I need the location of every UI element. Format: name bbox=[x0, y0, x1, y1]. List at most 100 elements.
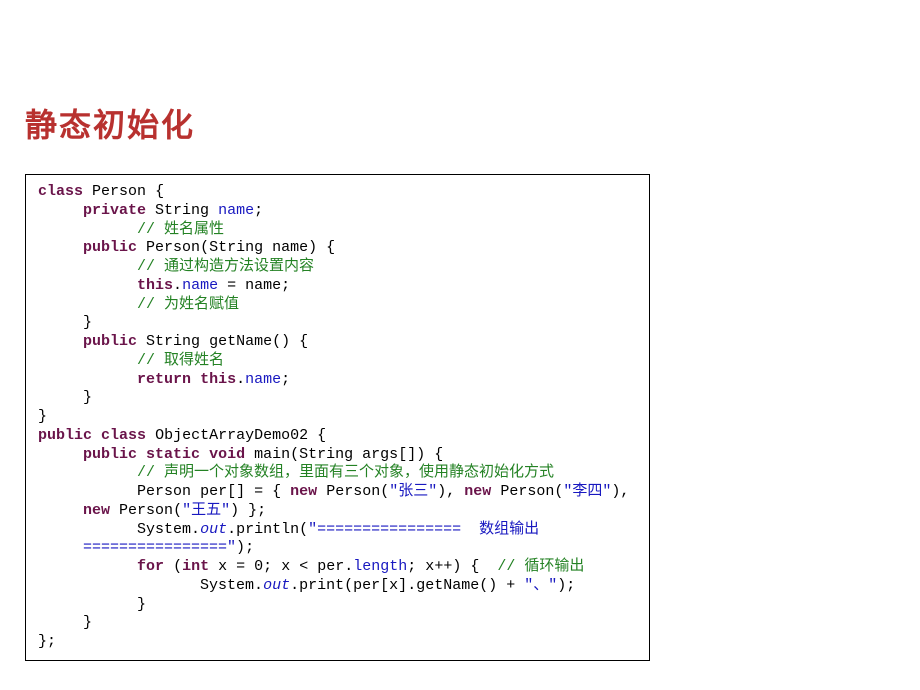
code-block: class Person { private String name; // 姓… bbox=[25, 174, 650, 661]
semi: ; bbox=[281, 371, 290, 388]
dot: . bbox=[191, 521, 200, 538]
brace: { bbox=[326, 239, 335, 256]
id-out: out bbox=[200, 521, 227, 538]
id-person: Person bbox=[119, 502, 173, 519]
str-sep: "、" bbox=[524, 577, 557, 594]
comment-ctor: // 通过构造方法设置内容 bbox=[137, 258, 314, 275]
str-zhangsan: "张三" bbox=[389, 483, 437, 500]
lbracket: [ bbox=[227, 483, 236, 500]
rparen: ) bbox=[437, 483, 446, 500]
semi: ; bbox=[47, 633, 56, 650]
id-person: Person bbox=[500, 483, 554, 500]
kw-for: for bbox=[137, 558, 164, 575]
semi: ; bbox=[263, 558, 272, 575]
kw-new: new bbox=[464, 483, 491, 500]
dot: . bbox=[236, 371, 245, 388]
kw-class: class bbox=[101, 427, 146, 444]
id-args: args bbox=[362, 446, 398, 463]
id-system: System bbox=[200, 577, 254, 594]
lt: < bbox=[290, 558, 317, 575]
lbracket: [ bbox=[380, 577, 389, 594]
page-title: 静态初始化 bbox=[25, 100, 895, 146]
brace: } bbox=[83, 314, 92, 331]
id-getname: getName bbox=[416, 577, 479, 594]
eq: = bbox=[245, 483, 272, 500]
brace: { bbox=[155, 183, 164, 200]
id-out: out bbox=[263, 577, 290, 594]
id-main: main bbox=[254, 446, 290, 463]
comma: , bbox=[446, 483, 455, 500]
brace: } bbox=[38, 633, 47, 650]
lparen: ( bbox=[200, 239, 209, 256]
id-name: name bbox=[218, 202, 254, 219]
kw-this: this bbox=[200, 371, 236, 388]
id-name-param: name bbox=[272, 239, 308, 256]
id-name-rhs: name bbox=[245, 277, 281, 294]
kw-void: void bbox=[209, 446, 245, 463]
dot: . bbox=[290, 577, 299, 594]
id-string: String bbox=[155, 202, 209, 219]
str-output-tail: ================" bbox=[83, 539, 236, 556]
kw-private: private bbox=[83, 202, 146, 219]
id-person: Person bbox=[92, 183, 146, 200]
lparen: ( bbox=[299, 521, 308, 538]
dot: . bbox=[254, 577, 263, 594]
kw-public: public bbox=[83, 446, 137, 463]
rbracket: ] bbox=[398, 577, 407, 594]
id-getname: getName bbox=[209, 333, 272, 350]
rparen: ) bbox=[488, 577, 497, 594]
brace: { bbox=[434, 446, 443, 463]
plus: + bbox=[497, 577, 524, 594]
id-string: String bbox=[209, 239, 263, 256]
id-objarr: ObjectArrayDemo02 bbox=[155, 427, 308, 444]
brace: { bbox=[317, 427, 326, 444]
brace: } bbox=[38, 408, 47, 425]
brace: } bbox=[137, 596, 146, 613]
rparen: ) bbox=[236, 539, 245, 556]
dot: . bbox=[173, 277, 182, 294]
inc: ++ bbox=[434, 558, 452, 575]
lparen: ( bbox=[554, 483, 563, 500]
fld-name: name bbox=[245, 371, 281, 388]
id-person: Person bbox=[137, 483, 191, 500]
kw-new: new bbox=[290, 483, 317, 500]
kw-new: new bbox=[83, 502, 110, 519]
kw-int: int bbox=[182, 558, 209, 575]
semi: ; bbox=[245, 539, 254, 556]
id-system: System bbox=[137, 521, 191, 538]
id-person-ctor: Person bbox=[146, 239, 200, 256]
rbracket: ] bbox=[407, 446, 416, 463]
id-string: String bbox=[299, 446, 353, 463]
lparen: ( bbox=[272, 333, 281, 350]
lparen: ( bbox=[479, 577, 488, 594]
brace: { bbox=[272, 483, 281, 500]
id-print: print bbox=[299, 577, 344, 594]
rparen: ) bbox=[281, 333, 290, 350]
brace: { bbox=[470, 558, 479, 575]
str-lisi: "李四" bbox=[563, 483, 611, 500]
kw-public: public bbox=[83, 333, 137, 350]
rparen: ) bbox=[416, 446, 425, 463]
comment-getname: // 取得姓名 bbox=[137, 352, 224, 369]
kw-class: class bbox=[38, 183, 83, 200]
semi: ; bbox=[407, 558, 416, 575]
kw-public: public bbox=[38, 427, 92, 444]
lparen: ( bbox=[380, 483, 389, 500]
comment-loop: // 循环输出 bbox=[497, 558, 584, 575]
kw-public: public bbox=[83, 239, 137, 256]
zero: 0 bbox=[254, 558, 263, 575]
semi: ; bbox=[281, 277, 290, 294]
comment-assign: // 为姓名赋值 bbox=[137, 296, 239, 313]
semi: ; bbox=[257, 502, 266, 519]
str-wangwu: "王五" bbox=[182, 502, 230, 519]
kw-this: this bbox=[137, 277, 173, 294]
rparen: ) bbox=[308, 239, 317, 256]
id-per: per bbox=[353, 577, 380, 594]
comma: , bbox=[620, 483, 629, 500]
comment-decl: // 声明一个对象数组，里面有三个对象，使用静态初始化方式 bbox=[137, 464, 554, 481]
id-x: x bbox=[218, 558, 227, 575]
rparen: ) bbox=[557, 577, 566, 594]
id-x: x bbox=[389, 577, 398, 594]
rparen: ) bbox=[452, 558, 461, 575]
eq: = bbox=[218, 277, 245, 294]
